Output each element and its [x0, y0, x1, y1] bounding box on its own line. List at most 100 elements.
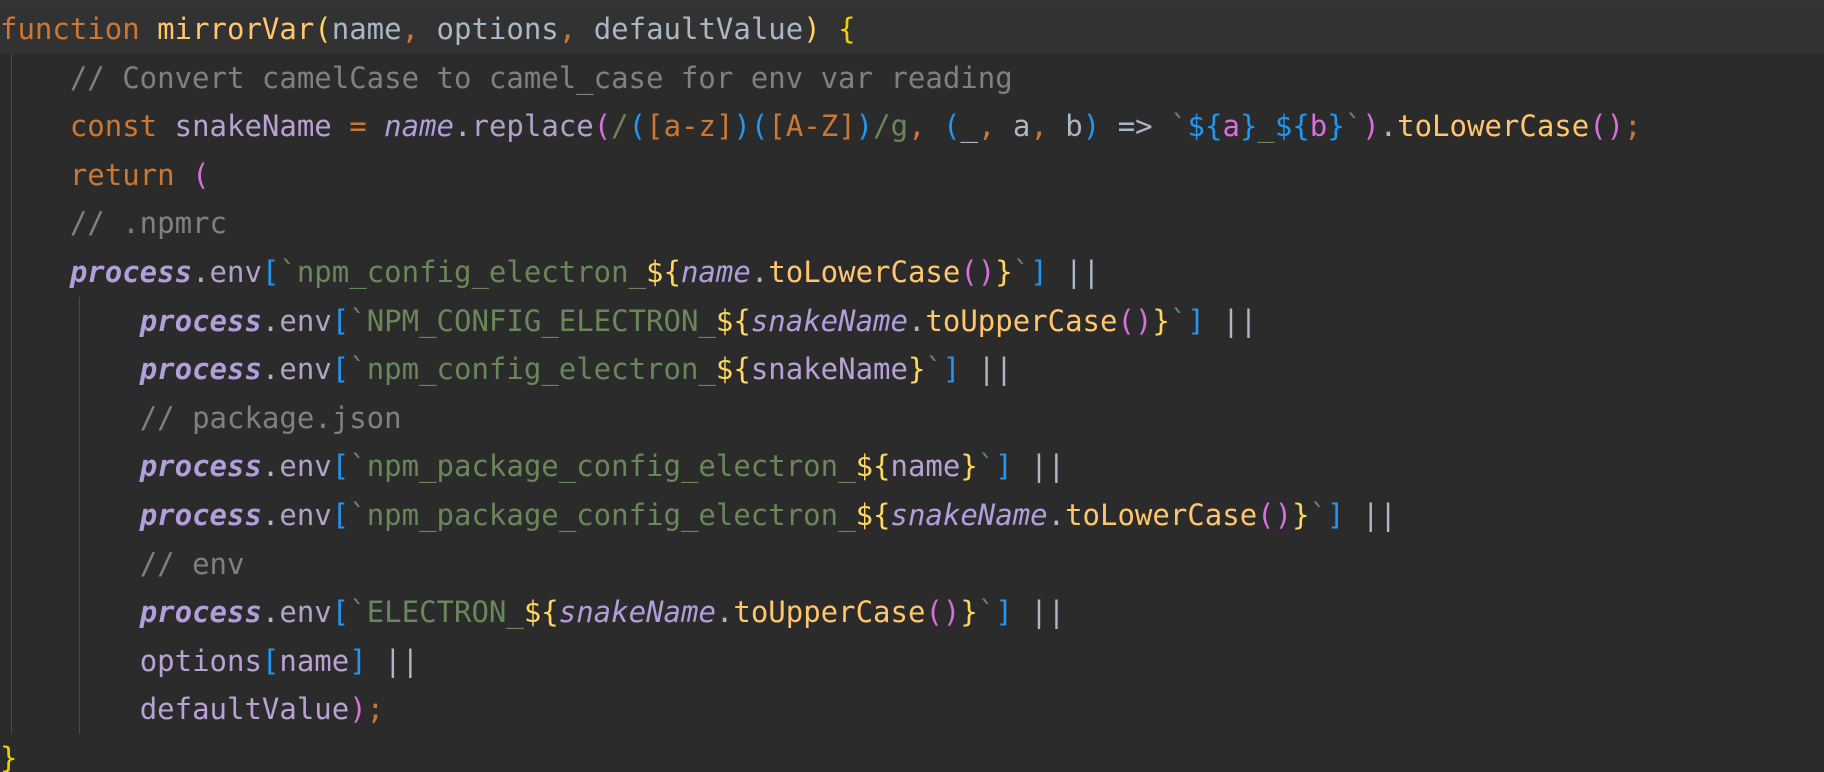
code-token	[1048, 109, 1065, 143]
code-token: snakeName	[559, 595, 716, 629]
code-token	[367, 109, 384, 143]
code-token: ]	[1187, 304, 1204, 338]
line-return-open[interactable]: return (	[0, 151, 1824, 200]
code-token	[1013, 449, 1030, 483]
code-token: .	[1380, 109, 1397, 143]
line-env-npm-config-electron-snake[interactable]: process.env[`npm_config_electron_${snake…	[0, 345, 1824, 394]
line-comment-packagejson[interactable]: // package.json	[0, 394, 1824, 443]
code-token: _	[960, 109, 977, 143]
code-token: (	[751, 109, 768, 143]
code-token: env	[210, 255, 262, 289]
code-token	[175, 158, 192, 192]
code-token: }	[960, 595, 977, 629]
code-token: )	[1135, 304, 1152, 338]
code-token: process	[140, 595, 262, 629]
code-token: `ELECTRON_	[349, 595, 524, 629]
code-content[interactable]: function mirrorVar(name, options, defaul…	[0, 5, 1824, 772]
code-token: (	[314, 12, 331, 46]
code-token: return	[70, 158, 175, 192]
code-token: ${	[856, 449, 891, 483]
code-token: `	[1345, 109, 1362, 143]
code-token: .	[262, 595, 279, 629]
code-token: ]	[943, 352, 960, 386]
code-token	[1205, 304, 1222, 338]
code-token: ${	[1188, 109, 1223, 143]
code-token: mirrorVar	[157, 12, 314, 46]
code-token	[0, 449, 140, 483]
code-token: )	[349, 692, 366, 726]
code-token: .	[908, 304, 925, 338]
code-token: .	[751, 255, 768, 289]
code-token: env	[279, 449, 331, 483]
line-comment-env[interactable]: // env	[0, 540, 1824, 589]
code-token: snakeName	[751, 352, 908, 386]
code-token: )	[1607, 109, 1624, 143]
code-token: [	[332, 352, 349, 386]
line-close-brace[interactable]: }	[0, 734, 1824, 772]
code-token	[157, 109, 174, 143]
line-comment-npmrc[interactable]: // .npmrc	[0, 199, 1824, 248]
code-token: ||	[1030, 449, 1065, 483]
code-token: toLowerCase	[1397, 109, 1589, 143]
code-token: ${	[716, 352, 751, 386]
code-token: ]	[1030, 255, 1047, 289]
code-token: env	[279, 304, 331, 338]
line-comment-convert[interactable]: // Convert camelCase to camel_case for e…	[0, 54, 1824, 103]
code-token: )	[1275, 498, 1292, 532]
code-token: }	[960, 449, 977, 483]
code-token: .	[1048, 498, 1065, 532]
code-token: `	[1170, 304, 1187, 338]
code-token: .	[716, 595, 733, 629]
code-token: }	[908, 352, 925, 386]
code-token: `	[978, 449, 995, 483]
code-token: env	[279, 595, 331, 629]
code-token: process	[140, 304, 262, 338]
code-token	[1345, 498, 1362, 532]
code-token: toLowerCase	[1065, 498, 1257, 532]
line-const-snakename[interactable]: const snakeName = name.replace(/([a-z])(…	[0, 102, 1824, 151]
code-token: `	[978, 595, 995, 629]
line-env-npm-package-config-electron-lower[interactable]: process.env[`npm_package_config_electron…	[0, 491, 1824, 540]
code-token: replace	[471, 109, 593, 143]
code-token: ||	[1065, 255, 1100, 289]
code-token	[0, 255, 70, 289]
code-token: ||	[1362, 498, 1397, 532]
code-token	[0, 547, 140, 581]
code-token: ${	[524, 595, 559, 629]
code-token: )	[1362, 109, 1379, 143]
code-token: }	[1292, 498, 1309, 532]
code-token: (	[1117, 304, 1134, 338]
code-token: process	[140, 352, 262, 386]
code-token: [	[332, 449, 349, 483]
code-token	[0, 644, 140, 678]
code-token: ,	[978, 109, 995, 143]
code-token: ]	[995, 595, 1012, 629]
line-env-npm-config-electron-name[interactable]: process.env[`npm_config_electron_${name.…	[0, 248, 1824, 297]
code-token: [	[262, 255, 279, 289]
line-function-signature[interactable]: function mirrorVar(name, options, defaul…	[0, 5, 1824, 54]
line-env-npm-config-electron-upper[interactable]: process.env[`NPM_CONFIG_ELECTRON_${snake…	[0, 297, 1824, 346]
line-defaultvalue-close[interactable]: defaultValue);	[0, 685, 1824, 734]
line-env-electron-upper[interactable]: process.env[`ELECTRON_${snakeName.toUppe…	[0, 588, 1824, 637]
code-token: // env	[140, 547, 245, 581]
code-editor[interactable]: function mirrorVar(name, options, defaul…	[0, 0, 1824, 772]
code-token: `npm_config_electron_	[349, 352, 716, 386]
code-token: `npm_package_config_electron_	[349, 449, 855, 483]
code-token: (	[925, 595, 942, 629]
code-token: b	[1310, 109, 1327, 143]
code-token: }	[0, 741, 17, 772]
code-token: b	[1065, 109, 1082, 143]
code-token: _	[1257, 109, 1274, 143]
code-token	[0, 498, 140, 532]
code-token	[0, 304, 140, 338]
line-options-name[interactable]: options[name] ||	[0, 637, 1824, 686]
code-token: [	[262, 644, 279, 678]
code-token: .	[454, 109, 471, 143]
code-token: a	[1222, 109, 1239, 143]
code-token: process	[140, 498, 262, 532]
code-token	[0, 109, 70, 143]
code-token: env	[279, 352, 331, 386]
line-env-npm-package-config-electron-name[interactable]: process.env[`npm_package_config_electron…	[0, 442, 1824, 491]
code-token: ||	[1222, 304, 1257, 338]
code-token: ${	[646, 255, 681, 289]
